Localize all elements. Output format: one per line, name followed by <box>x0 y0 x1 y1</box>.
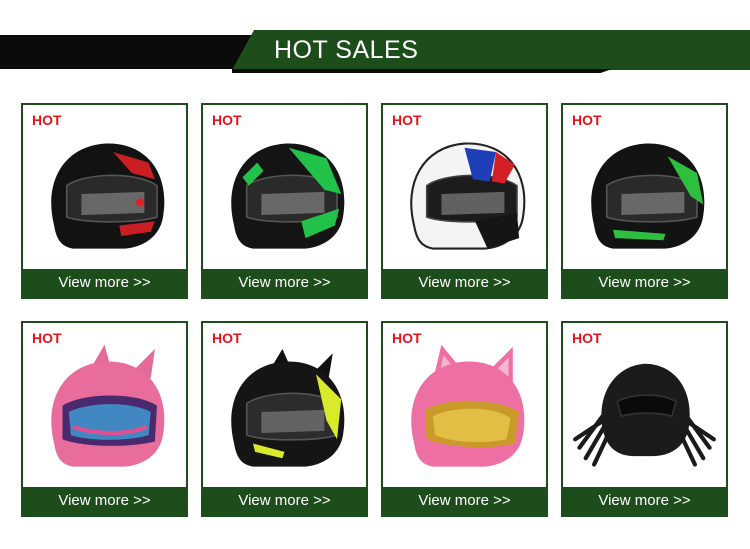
view-more-button[interactable]: View more >> <box>23 487 186 515</box>
view-more-button[interactable]: View more >> <box>23 269 186 297</box>
product-card[interactable]: HOT View more >> <box>201 321 368 517</box>
helmet-image[interactable] <box>211 337 358 487</box>
banner-underline <box>232 69 612 73</box>
product-card[interactable]: HOT View more >> <box>561 321 728 517</box>
helmet-image[interactable] <box>391 337 538 487</box>
view-more-button[interactable]: View more >> <box>383 269 546 297</box>
view-more-button[interactable]: View more >> <box>203 487 366 515</box>
product-card[interactable]: HOT View more >> <box>201 103 368 299</box>
section-title: HOT SALES <box>274 36 419 64</box>
helmet-image[interactable] <box>571 337 718 487</box>
product-card[interactable]: HOT View more >> <box>381 103 548 299</box>
product-card[interactable]: HOT View more >> <box>381 321 548 517</box>
helmet-image[interactable] <box>391 119 538 269</box>
view-more-button[interactable]: View more >> <box>563 269 726 297</box>
helmet-image[interactable] <box>31 337 178 487</box>
product-card[interactable]: HOT View more >> <box>21 321 188 517</box>
helmet-image[interactable] <box>571 119 718 269</box>
product-card[interactable]: HOT View more >> <box>21 103 188 299</box>
helmet-image[interactable] <box>31 119 178 269</box>
view-more-button[interactable]: View more >> <box>563 487 726 515</box>
hot-sales-banner: HOT SALES <box>0 0 750 80</box>
view-more-button[interactable]: View more >> <box>203 269 366 297</box>
product-card[interactable]: HOT View more >> <box>561 103 728 299</box>
helmet-image[interactable] <box>211 119 358 269</box>
view-more-button[interactable]: View more >> <box>383 487 546 515</box>
